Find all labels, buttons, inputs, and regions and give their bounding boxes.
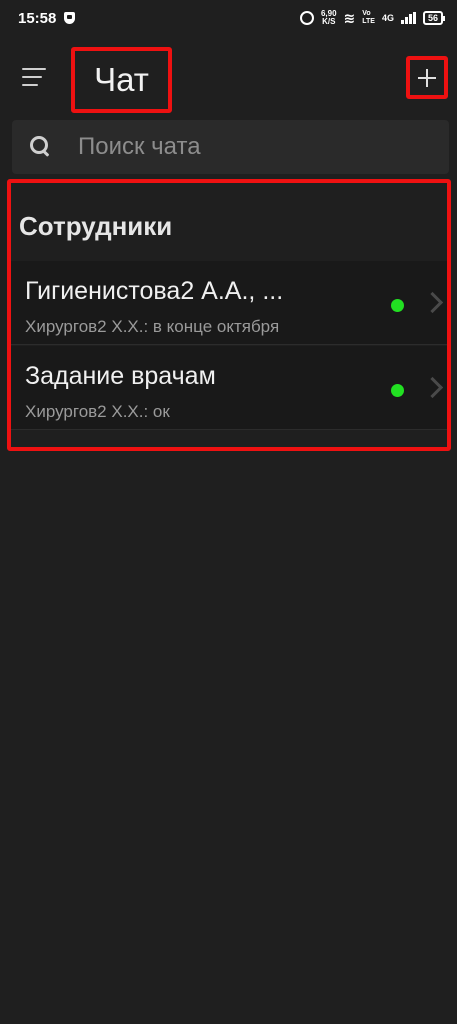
chat-name: Гигиенистова2 А.А., ... xyxy=(25,277,284,305)
page-title: Чат xyxy=(94,61,149,98)
section-title: Сотрудники xyxy=(19,211,173,241)
chat-list-item[interactable]: Гигиенистова2 А.А., ... Хирургов2 Х.Х.: … xyxy=(11,261,447,345)
battery-level: 56 xyxy=(427,13,438,23)
chat-name: Задание врачам xyxy=(25,362,216,390)
chat-preview: Хирургов2 Х.Х.: в конце октября xyxy=(25,317,280,336)
chat-preview: Хирургов2 Х.Х.: ок xyxy=(25,402,170,421)
chat-screen: 15:58 6,90 K/S ≋ Vo LTE 4G 56 Чат Поиск … xyxy=(0,0,457,1024)
network-speed: 6,90 K/S xyxy=(321,10,337,26)
volte-indicator: Vo LTE xyxy=(362,10,375,26)
chat-list-highlight: Сотрудники Гигиенистова2 А.А., ... Хирур… xyxy=(7,179,451,451)
volte-top: Vo xyxy=(362,10,371,17)
title-highlight: Чат xyxy=(71,47,172,113)
status-bar: 15:58 6,90 K/S ≋ Vo LTE 4G 56 xyxy=(0,0,457,36)
online-status-dot xyxy=(391,299,404,312)
signal-label: 4G xyxy=(381,13,394,23)
speed-unit: K/S xyxy=(322,17,336,26)
search-icon xyxy=(30,136,52,158)
add-chat-button[interactable] xyxy=(406,56,448,99)
chevron-right-icon xyxy=(421,291,444,314)
chevron-right-icon xyxy=(421,376,444,399)
status-left: 15:58 xyxy=(18,9,76,27)
search-input[interactable] xyxy=(78,133,398,161)
chat-list-item[interactable]: Задание врачам Хирургов2 Х.Х.: ок xyxy=(11,346,447,430)
signal-icon xyxy=(400,12,416,24)
online-status-dot xyxy=(391,384,404,397)
plus-icon xyxy=(418,68,436,87)
search-bar xyxy=(12,120,449,174)
status-right: 6,90 K/S ≋ Vo LTE 4G 56 xyxy=(299,9,446,27)
app-header: Чат xyxy=(0,44,457,113)
menu-icon[interactable] xyxy=(22,68,46,86)
shield-icon xyxy=(64,12,76,24)
battery-icon: 56 xyxy=(422,11,446,25)
alarm-icon xyxy=(299,11,314,25)
status-time: 15:58 xyxy=(18,9,57,27)
wifi-icon: ≋ xyxy=(343,9,356,26)
volte-bottom: LTE xyxy=(362,18,375,25)
